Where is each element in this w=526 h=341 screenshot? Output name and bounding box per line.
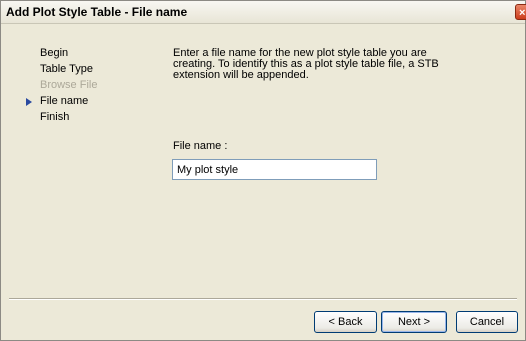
divider: [9, 298, 517, 300]
step-finish: Finish: [1, 110, 151, 126]
close-button[interactable]: ×: [515, 4, 526, 20]
step-label: Begin: [40, 47, 69, 59]
dialog-window: Add Plot Style Table - File name × Begin…: [0, 0, 526, 341]
step-begin: Begin: [1, 46, 151, 62]
next-button[interactable]: Next >: [381, 311, 447, 333]
title-bar[interactable]: Add Plot Style Table - File name ×: [1, 1, 526, 24]
step-browse-file: Browse File: [1, 78, 151, 94]
step-file-name: File name: [1, 94, 151, 110]
step-table-type: Table Type: [1, 62, 151, 78]
file-name-input[interactable]: [172, 159, 377, 180]
dialog-title: Add Plot Style Table - File name: [6, 5, 188, 19]
cancel-button[interactable]: Cancel: [456, 311, 518, 333]
wizard-steps: Begin Table Type Browse File File name F…: [1, 46, 151, 126]
current-step-arrow-icon: [26, 98, 32, 106]
back-button[interactable]: < Back: [314, 311, 377, 333]
step-label: Browse File: [40, 79, 98, 91]
step-label: File name: [40, 95, 89, 107]
step-label: Table Type: [40, 63, 94, 75]
file-name-label: File name :: [173, 140, 228, 152]
instructions-text: Enter a file name for the new plot style…: [173, 47, 439, 81]
step-label: Finish: [40, 111, 70, 123]
